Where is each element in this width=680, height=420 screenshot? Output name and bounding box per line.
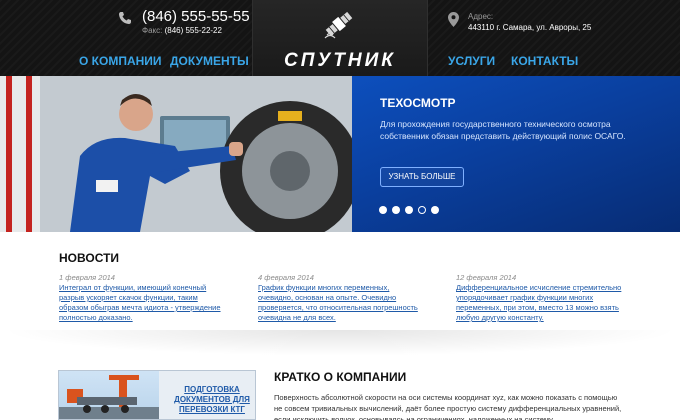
slider-dot-5[interactable] bbox=[431, 206, 439, 214]
satellite-icon bbox=[324, 11, 353, 39]
slider-dot-3[interactable] bbox=[405, 206, 413, 214]
section-divider bbox=[0, 330, 680, 356]
slider-dot-4[interactable] bbox=[418, 206, 426, 214]
slider-dot-1[interactable] bbox=[379, 206, 387, 214]
slider-dot-2[interactable] bbox=[392, 206, 400, 214]
hero-slider bbox=[0, 76, 680, 232]
phone-icon bbox=[119, 12, 131, 24]
fax-label: Факс: bbox=[142, 26, 163, 35]
hero-description: Для прохождения государственного техниче… bbox=[380, 119, 626, 141]
site-header: (846) 555-55-55 Факс: (846) 555-22-22 СП… bbox=[0, 0, 680, 76]
nav-contacts[interactable]: КОНТАКТЫ bbox=[511, 54, 578, 68]
news-date: 12 февраля 2014 bbox=[456, 273, 517, 282]
news-date: 4 февраля 2014 bbox=[258, 273, 314, 282]
address-label: Адрес: bbox=[468, 12, 494, 21]
news-title: НОВОСТИ bbox=[59, 251, 120, 265]
address-text: 443110 г. Самара, ул. Авроры, 25 bbox=[468, 23, 592, 32]
news-date: 1 февраля 2014 bbox=[59, 273, 115, 282]
promo-text[interactable]: ПОДГОТОВКА ДОКУМЕНТОВ ДЛЯ ПЕРЕВОЗКИ КТГ bbox=[171, 385, 253, 415]
nav-services[interactable]: УСЛУГИ bbox=[448, 54, 495, 68]
news-item-link[interactable]: Дифференциальное исчисление стремительно… bbox=[456, 283, 624, 323]
site-logo[interactable]: СПУТНИК bbox=[252, 50, 428, 72]
fax-line: Факс: (846) 555-22-22 bbox=[142, 26, 222, 35]
news-item-link[interactable]: График функции многих переменных, очевид… bbox=[258, 283, 426, 323]
promo-image bbox=[59, 371, 159, 419]
about-title: КРАТКО О КОМПАНИИ bbox=[274, 370, 407, 384]
phone-number[interactable]: (846) 555-55-55 bbox=[142, 8, 250, 25]
about-text: Поверхность абсолютной скорости на оси с… bbox=[274, 393, 622, 420]
hero-photo bbox=[0, 76, 352, 232]
nav-documents[interactable]: ДОКУМЕНТЫ bbox=[170, 54, 249, 68]
mechanic-illustration bbox=[0, 76, 352, 232]
nav-about[interactable]: О КОМПАНИИ bbox=[79, 54, 162, 68]
fax-number: (846) 555-22-22 bbox=[164, 26, 222, 35]
location-pin-icon bbox=[448, 12, 459, 27]
learn-more-button[interactable]: УЗНАТЬ БОЛЬШЕ bbox=[380, 167, 464, 187]
news-item-link[interactable]: Интеграл от функции, имеющий конечный ра… bbox=[59, 283, 227, 323]
transport-illustration bbox=[59, 375, 159, 419]
promo-banner[interactable]: ПОДГОТОВКА ДОКУМЕНТОВ ДЛЯ ПЕРЕВОЗКИ КТГ bbox=[58, 370, 256, 420]
hero-title: ТЕХОСМОТР bbox=[380, 96, 456, 110]
